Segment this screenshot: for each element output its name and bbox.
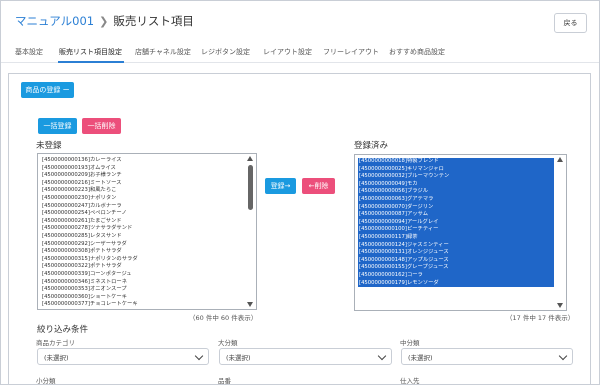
registered-list-item[interactable]: [4500000000087]アッサム <box>358 211 554 219</box>
page-header: マニュアル001 ❯ 販売リスト項目 戻る <box>1 1 599 41</box>
unregistered-list-item[interactable]: [4500000000353]オニオンスープ <box>41 286 244 294</box>
move-to-registered-button[interactable]: 登録→ <box>265 178 296 194</box>
unregistered-list-item[interactable]: [4500000000377]チョコレートケーキ <box>41 301 244 309</box>
unregistered-list-item[interactable]: [4500000000136]カレーライス <box>41 157 244 165</box>
page-title: 販売リスト項目 <box>113 14 194 28</box>
tab-store-channel[interactable]: 店舗チャネル設定 <box>135 47 191 57</box>
tab-basic-settings[interactable]: 基本設定 <box>15 47 43 57</box>
chevron-down-icon <box>194 351 204 361</box>
tab-recommended-products[interactable]: おすすめ商品設定 <box>389 47 445 57</box>
unregistered-list-item[interactable]: [4500000000209]お子様ランチ <box>41 172 244 180</box>
unregistered-list-item[interactable]: [4500000000346]ミネストローネ <box>41 279 244 287</box>
filter-major-class-value: (未選択) <box>226 353 251 362</box>
breadcrumb: マニュアル001 ❯ 販売リスト項目 <box>15 13 194 29</box>
filter-supplier-label: 仕入先 <box>400 377 420 385</box>
filter-category-select[interactable]: (未選択) <box>37 348 209 365</box>
unregistered-list-item[interactable]: [4500000000223]和風たらこ <box>41 187 244 195</box>
filter-minor-class-label: 小分類 <box>36 377 56 385</box>
active-tab-indicator <box>58 61 124 63</box>
unregistered-list-item[interactable]: [4500000000339]コーンポタージュ <box>41 271 244 279</box>
registered-list-item[interactable]: [4500000000063]グアテマラ <box>358 195 554 204</box>
filter-middle-class-select[interactable]: (未選択) <box>401 348 573 365</box>
registered-list-item[interactable]: [4500000000018]特製ブレンド <box>358 158 554 166</box>
registered-list-item[interactable]: [4500000000056]ブラジル <box>358 188 554 196</box>
registered-list-item[interactable]: [4500000000155]グレープジュース <box>358 264 554 272</box>
filter-category-value: (未選択) <box>44 353 69 362</box>
unregistered-listbox[interactable]: [4500000000136]カレーライス [4500000000193]オムライ… <box>37 153 257 310</box>
registered-listbox[interactable]: [4500000000018]特製ブレンド [4500000000025]キリマン… <box>354 154 567 311</box>
bulk-delete-button[interactable]: 一括削除 <box>82 118 121 134</box>
unregistered-list-item[interactable]: [4500000000278]ツナサラダサンド <box>41 225 244 233</box>
scroll-up-arrow-icon[interactable] <box>247 156 253 161</box>
back-button[interactable]: 戻る <box>554 13 587 33</box>
registered-list-item[interactable]: [4500000000032]ブルーマウンテン <box>358 173 554 181</box>
tab-sales-list-items[interactable]: 販売リスト項目設定 <box>59 47 122 57</box>
registered-list-item[interactable]: [4500000000179]レモンソーダ <box>358 279 554 288</box>
register-product-toggle-button[interactable]: 商品の登録 ー <box>21 82 74 98</box>
scroll-thumb[interactable] <box>248 165 253 210</box>
registered-title: 登録済み <box>354 141 389 151</box>
unregistered-list-item[interactable]: [4500000000230]ナポリタン <box>41 195 244 203</box>
registered-list-item[interactable]: [4500000000162]コーラ <box>358 271 554 280</box>
scroll-down-arrow-icon[interactable] <box>557 303 563 308</box>
unregistered-count: （60 件中 60 件表示） <box>189 314 258 322</box>
window-frame: マニュアル001 ❯ 販売リスト項目 戻る 基本設定 販売リスト項目設定 店舗チ… <box>0 0 600 385</box>
filter-major-class-label: 大分類 <box>218 339 238 347</box>
registered-list-item[interactable]: [4500000000131]オレンジジュース <box>358 249 554 257</box>
filter-title: 絞り込み条件 <box>37 325 89 335</box>
registered-list-item[interactable]: [4500000000100]ピーチティー <box>358 226 554 234</box>
registered-list-item[interactable]: [4500000000124]ジャスミンティー <box>358 241 554 250</box>
registered-list-item[interactable]: [4500000000117]緑茶 <box>358 233 554 242</box>
remove-from-registered-button[interactable]: ←削除 <box>302 178 335 194</box>
registered-rows: [4500000000018]特製ブレンド [4500000000025]キリマン… <box>358 158 554 310</box>
filter-middle-class-value: (未選択) <box>408 353 433 362</box>
settings-panel: 商品の登録 ー 一括登録 一括削除 未登録 [4500000000136]カレー… <box>8 73 591 385</box>
unregistered-list-item[interactable]: [4500000000285]レタスサンド <box>41 233 244 241</box>
registered-count: （17 件中 17 件表示） <box>506 314 575 322</box>
unregistered-list-item[interactable]: [4500000000308]ポテトサラダ <box>41 248 244 256</box>
tab-free-layout[interactable]: フリーレイアウト <box>323 47 379 57</box>
filter-middle-class-label: 中分類 <box>400 339 420 347</box>
chevron-down-icon <box>558 351 568 361</box>
filter-category-label: 商品カテゴリ <box>36 339 75 347</box>
tab-register-buttons[interactable]: レジボタン設定 <box>201 47 250 57</box>
unregistered-rows: [4500000000136]カレーライス [4500000000193]オムライ… <box>41 157 244 309</box>
tab-layout[interactable]: レイアウト設定 <box>263 47 312 57</box>
unregistered-title: 未登録 <box>36 141 62 151</box>
scroll-up-arrow-icon[interactable] <box>557 157 563 162</box>
chevron-down-icon <box>377 351 387 361</box>
settings-tabs: 基本設定 販売リスト項目設定 店舗チャネル設定 レジボタン設定 レイアウト設定 … <box>1 41 599 63</box>
unregistered-list-item[interactable]: [4500000000292]シーザーサラダ <box>41 241 244 249</box>
bulk-register-button[interactable]: 一括登録 <box>38 118 77 134</box>
registered-scrollbar[interactable] <box>555 155 566 310</box>
breadcrumb-parent-link[interactable]: マニュアル001 <box>15 13 94 29</box>
chevron-right-icon: ❯ <box>99 14 109 28</box>
unregistered-list-item[interactable]: [4500000000322]ポテトサラダ <box>41 263 244 271</box>
filter-item-number-label: 品番 <box>218 377 231 385</box>
filter-major-class-select[interactable]: (未選択) <box>219 348 392 365</box>
unregistered-list-item[interactable]: [4500000000254]ペペロンチーノ <box>41 210 244 218</box>
unregistered-scrollbar[interactable] <box>245 154 256 309</box>
scroll-down-arrow-icon[interactable] <box>247 302 253 307</box>
